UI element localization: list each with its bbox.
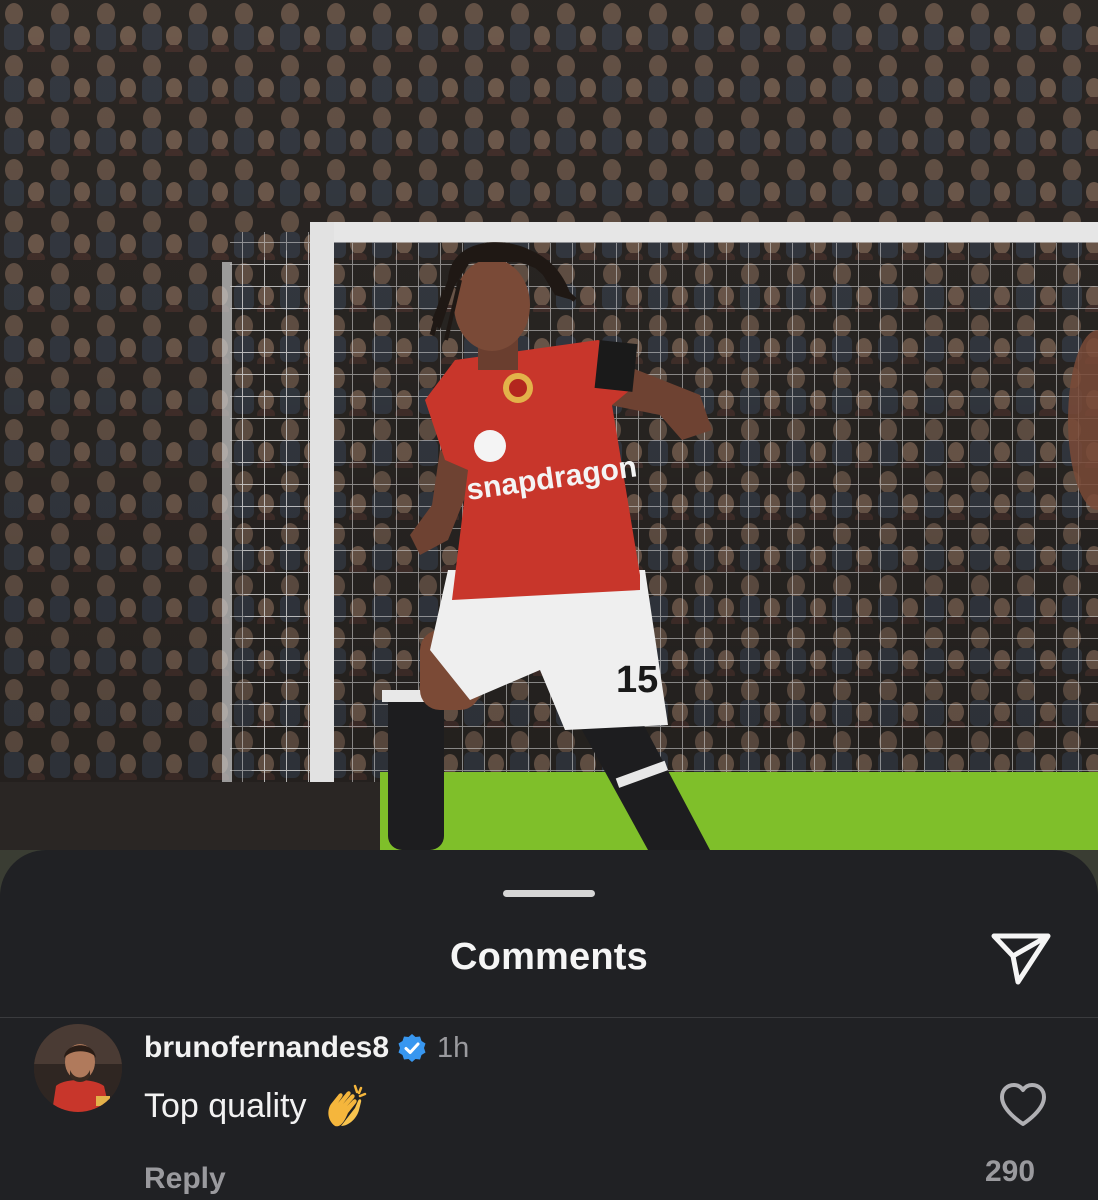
comment-item: brunofernandes8 1h Top quality Reply 290 <box>0 1020 1098 1200</box>
paper-plane-icon <box>991 933 1051 985</box>
comment-header: brunofernandes8 1h <box>144 1028 469 1068</box>
avatar-image <box>34 1024 122 1112</box>
like-button[interactable] <box>998 1082 1048 1128</box>
sheet-drag-handle[interactable] <box>503 890 595 897</box>
sheet-title: Comments <box>450 936 648 978</box>
comment-body: Top quality <box>144 1082 369 1130</box>
comments-sheet: Comments brunofernandes8 1h Top quality … <box>0 850 1098 1200</box>
shorts-number: 15 <box>616 659 658 701</box>
like-count: 290 <box>984 1155 1036 1188</box>
instagram-screen: 15 snapdragon Comments brunofernandes8 1… <box>0 0 1098 1200</box>
clapping-hands-icon <box>327 1084 366 1127</box>
comment-username[interactable]: brunofernandes8 <box>144 1031 389 1065</box>
comment-text: Top quality <box>144 1086 307 1125</box>
avatar[interactable] <box>34 1024 122 1112</box>
comment-timestamp: 1h <box>437 1031 470 1064</box>
share-button[interactable] <box>988 928 1054 988</box>
verified-badge-icon <box>398 1034 426 1062</box>
reply-button[interactable]: Reply <box>144 1162 226 1196</box>
divider <box>0 1017 1098 1018</box>
football-player-photo: 15 snapdragon <box>0 0 1098 910</box>
post-photo: 15 snapdragon <box>0 0 1098 910</box>
heart-icon <box>1000 1083 1046 1126</box>
